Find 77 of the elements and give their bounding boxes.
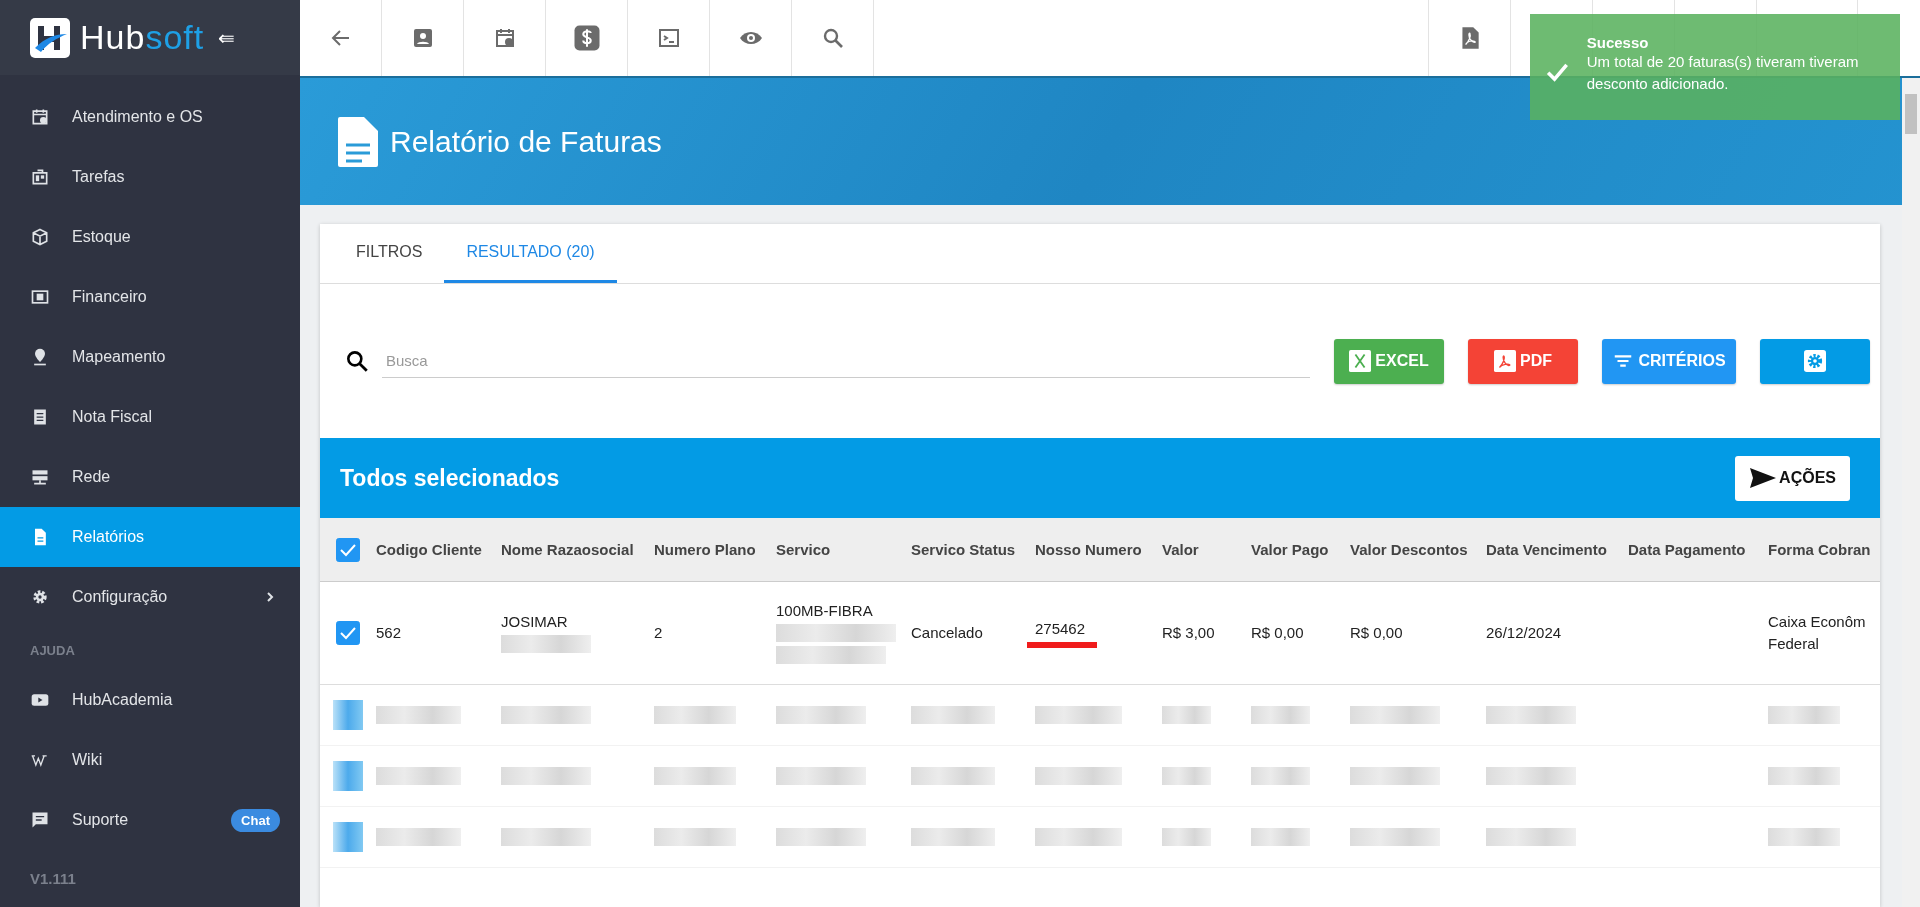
checkbox[interactable] [336,621,360,645]
sidebar-item[interactable]: Wiki [0,730,300,790]
sidebar-item[interactable]: Suporte Chat [0,790,300,850]
brand-name: Hubsoft [80,18,205,57]
terminal-icon[interactable] [656,26,681,50]
actions-button[interactable]: AÇÕES [1735,455,1850,501]
column-header[interactable]: Numero Plano [654,541,756,558]
column-header[interactable]: Forma Cobran [1768,541,1871,558]
sidebar-item[interactable]: Mapeamento [0,327,300,387]
column-header[interactable]: Data Pagamento [1628,541,1746,558]
table-cell-text: Cancelado [911,623,984,643]
table-cell-text: 275462 [1035,619,1087,639]
redacted-text [1768,706,1840,724]
table-cell-text: 2 [654,623,664,643]
checkbox[interactable] [333,822,363,852]
checkbox[interactable] [336,537,360,562]
sidebar-item[interactable]: Configuração [0,567,300,627]
table-cell-text: 562 [376,623,403,643]
section-label: AJUDA [29,642,76,660]
sidebar-item[interactable]: Rede [0,447,300,507]
redacted-text [1162,767,1211,785]
redacted-text [1251,706,1310,724]
table-cell-text: R$ 3,00 [1162,623,1216,643]
calendar-clock-icon [30,107,50,127]
logo-icon [30,17,70,58]
document-icon [336,114,380,169]
redacted-text [1162,706,1211,724]
sidebar-item[interactable]: Estoque [0,207,300,267]
pdf-icon [1494,350,1516,372]
column-header[interactable]: Valor Descontos [1350,541,1468,558]
box-icon [30,227,50,247]
sidebar-item[interactable]: Nota Fiscal [0,387,300,447]
column-header[interactable]: Codigo Cliente [376,541,482,558]
board-icon [30,167,50,187]
column-header[interactable]: Valor Pago [1251,541,1329,558]
send-icon [1749,466,1778,490]
checkbox[interactable] [333,700,363,730]
tab[interactable]: RESULTADO (20) [444,224,617,283]
money-icon [30,287,50,307]
sidebar-item[interactable]: HubAcademia [0,670,300,730]
table-cell-text: JOSIMAR [501,612,569,632]
table-cell-text: 26/12/2024 [1486,623,1563,643]
redacted-text [1251,828,1310,846]
toast-message: Um total de 20 faturas(s) tiveram tiveram desconto adicionado. [1586,52,1860,94]
search-icon [344,348,370,374]
column-header[interactable]: Nome Razaosocial [501,541,634,558]
column-header[interactable]: Servico [776,541,831,558]
server-icon [30,467,50,487]
selection-title: Todos selecionados [340,464,560,492]
tab[interactable]: FILTROS [334,224,445,283]
toast-title: Sucesso [1586,34,1650,51]
redacted-text [1162,828,1211,846]
sidebar-item[interactable]: Atendimento e OS [0,87,300,147]
redacted-text [1251,767,1310,785]
version-label: V1.111 [29,869,77,889]
table-cell-text: R$ 0,00 [1350,623,1404,643]
chat-icon [30,810,50,830]
column-header[interactable]: Nosso Numero [1035,541,1142,558]
column-header[interactable]: Data Vencimento [1486,541,1607,558]
collapse-menu-button[interactable]: ⇚ [218,25,236,50]
column-header[interactable]: Servico Status [911,541,1016,558]
chat-badge[interactable]: Chat [231,808,280,832]
pdf-button[interactable]: PDF [1468,338,1578,384]
table-cell-text: Caixa Econôm Federal [1768,612,1867,654]
redacted-text [1768,828,1840,846]
column-header[interactable]: Valor [1162,541,1199,558]
table-cell-text: 100MB-FIBRA [776,601,874,621]
sidebar-item[interactable]: Financeiro [0,267,300,327]
dollar-icon[interactable] [571,23,602,53]
page-title: Relatório de Faturas [390,124,662,159]
settings-icon [1804,350,1826,372]
spreadsheet-icon [1349,350,1372,372]
table-cell-text: R$ 0,00 [1251,623,1305,643]
redacted-text [1768,767,1840,785]
sidebar-item[interactable]: Tarefas [0,147,300,207]
checkbox[interactable] [333,761,363,791]
settings-button[interactable] [1760,338,1870,384]
